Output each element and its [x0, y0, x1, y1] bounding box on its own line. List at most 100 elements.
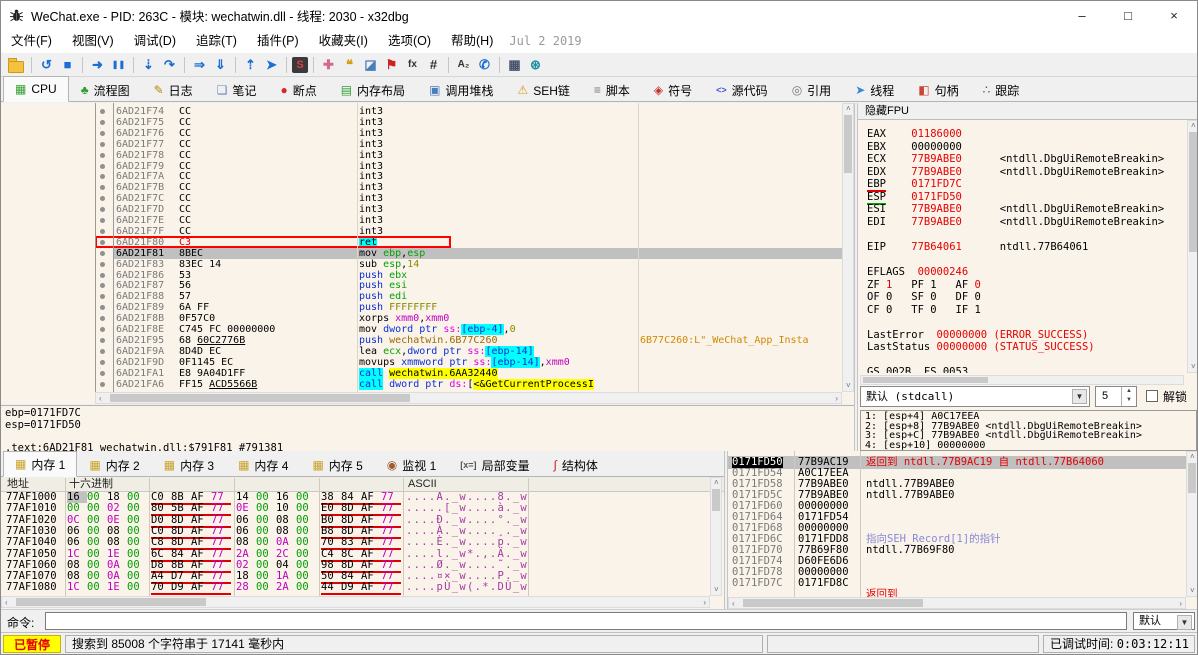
menu-item[interactable]: 调试(D) — [124, 30, 186, 52]
dump-row[interactable]: 77AF101000000200805BAF770E001000E08DAF77… — [1, 503, 710, 514]
stop-icon[interactable]: ■ — [58, 55, 77, 74]
disasm-row[interactable]: 6AD21F77CCint3 — [1, 139, 854, 150]
tab-结构体[interactable]: ∫结构体 — [542, 453, 610, 476]
breakpoint-dot[interactable] — [100, 294, 105, 299]
stepper-arrows-icon[interactable]: ▲▼ — [1121, 387, 1136, 406]
breakpoint-dot[interactable] — [100, 174, 105, 179]
breakpoint-dot[interactable] — [100, 164, 105, 169]
phone-icon[interactable]: ✆ — [475, 55, 494, 74]
register-line[interactable]: LastError 00000000 (ERROR_SUCCESS) — [867, 329, 1088, 341]
dump-row[interactable]: 77AF10200C000E00D08DAF7706000800B08DAF77… — [1, 515, 710, 526]
disasm-row[interactable]: 6AD21F9A8D4D EClea ecx,dword ptr ss:[ebp… — [1, 346, 854, 357]
calling-convention-select[interactable]: 默认 (stdcall) ▼ — [860, 386, 1090, 407]
calculator-icon[interactable]: ▦ — [505, 55, 524, 74]
tab-内存 1[interactable]: ▦内存 1 — [3, 451, 77, 477]
bookmark-icon[interactable]: ⚑ — [382, 55, 401, 74]
disasm-horizontal-scrollbar[interactable]: ‹ › — [95, 392, 842, 404]
step-over-icon[interactable]: ↷ — [160, 55, 179, 74]
disasm-row[interactable]: 6AD21F78CCint3 — [1, 150, 854, 161]
register-line[interactable]: LastStatus 00000000 (STATUS_SUCCESS) — [867, 341, 1095, 353]
menu-item[interactable]: 帮助(H) — [441, 30, 503, 52]
breakpoint-dot[interactable] — [100, 142, 105, 147]
register-line[interactable]: ESI 77B9ABE0 <ntdll.DbgUiRemoteBreakin> — [867, 203, 1164, 215]
tab-句柄[interactable]: ◧句柄 — [906, 78, 970, 101]
run-to-cursor-icon[interactable]: ⇒ — [190, 55, 209, 74]
patch-icon[interactable]: ✚ — [319, 55, 338, 74]
breakpoint-dot[interactable] — [100, 196, 105, 201]
breakpoint-dot[interactable] — [100, 283, 105, 288]
registers-horizontal-scrollbar[interactable] — [860, 375, 1184, 385]
disasm-row[interactable]: 6AD21F75CCint3 — [1, 117, 854, 128]
breakpoint-dot[interactable] — [100, 120, 105, 125]
breakpoint-dot[interactable] — [100, 338, 105, 343]
run-icon[interactable]: ➜ — [88, 55, 107, 74]
minimize-button[interactable]: – — [1059, 1, 1105, 29]
register-line[interactable]: EDI 77B9ABE0 <ntdll.DbgUiRemoteBreakin> — [867, 216, 1164, 228]
globe-icon[interactable]: ⊛ — [526, 55, 545, 74]
register-line[interactable]: ECX 77B9ABE0 <ntdll.DbgUiRemoteBreakin> — [867, 153, 1164, 165]
menu-item[interactable]: 追踪(T) — [186, 30, 247, 52]
tab-调用堆栈[interactable]: ▣调用堆栈 — [417, 78, 505, 101]
register-line[interactable]: ESP 0171FD50 — [867, 191, 962, 203]
disasm-row[interactable]: 6AD21F7ACCint3 — [1, 171, 854, 182]
tab-流程图[interactable]: ♣流程图 — [69, 78, 142, 101]
breakpoint-dot[interactable] — [100, 273, 105, 278]
breakpoint-dot[interactable] — [100, 349, 105, 354]
chevron-down-icon[interactable]: ▼ — [1177, 615, 1192, 630]
stack-arg-row[interactable]: 4: [esp+10] 00000000 — [865, 441, 1196, 451]
tab-笔记[interactable]: ❏笔记 — [205, 78, 269, 101]
menu-item[interactable]: 文件(F) — [1, 30, 62, 52]
command-input[interactable] — [45, 612, 1127, 630]
disasm-row[interactable]: 6AD21F74CCint3 — [1, 106, 854, 117]
breakpoint-dot[interactable] — [100, 251, 105, 256]
register-line[interactable]: OF 0 SF 0 DF 0 — [867, 291, 981, 303]
breakpoint-dot[interactable] — [100, 131, 105, 136]
tab-线程[interactable]: ➤线程 — [843, 78, 906, 101]
pause-icon[interactable]: ❚❚ — [109, 55, 128, 74]
menu-item[interactable]: 选项(O) — [378, 30, 441, 52]
breakpoint-dot[interactable] — [100, 327, 105, 332]
breakpoint-dot[interactable] — [100, 229, 105, 234]
tab-SEH链[interactable]: ⚠SEH链 — [505, 78, 581, 101]
register-line[interactable]: EBX 00000000 — [867, 141, 962, 153]
disasm-row[interactable]: 6AD21F7BCCint3 — [1, 182, 854, 193]
command-script-select[interactable]: 默认 ▼ — [1133, 612, 1195, 630]
tab-引用[interactable]: ◎引用 — [780, 78, 844, 101]
menu-item[interactable]: 插件(P) — [247, 30, 309, 52]
register-line[interactable]: CF 0 TF 0 IF 1 — [867, 304, 981, 316]
comment-icon[interactable]: ❝ — [340, 55, 359, 74]
stack-pane[interactable]: 0171FD5077B9AC19返回到 ntdll.77B9AC19 自 ntd… — [728, 451, 1198, 609]
tab-局部变量[interactable]: [x=]局部变量 — [448, 453, 541, 476]
breakpoint-dot[interactable] — [100, 382, 105, 387]
breakpoint-dot[interactable] — [100, 262, 105, 267]
maximize-button[interactable]: □ — [1105, 1, 1151, 29]
tab-内存 5[interactable]: ▦内存 5 — [300, 453, 374, 476]
tab-符号[interactable]: ◈符号 — [642, 78, 704, 101]
register-line[interactable]: EDX 77B9ABE0 <ntdll.DbgUiRemoteBreakin> — [867, 166, 1164, 178]
disasm-row[interactable]: 6AD21F8B0F57C0xorps xmm0,xmm0 — [1, 313, 854, 324]
tab-内存 2[interactable]: ▦内存 2 — [77, 453, 151, 476]
stack-row[interactable]: 0171FD7C0171FD8C — [728, 578, 1198, 589]
step-into-icon[interactable]: ⇣ — [139, 55, 158, 74]
breakpoint-dot[interactable] — [100, 109, 105, 114]
strings-icon[interactable]: S — [292, 57, 308, 73]
tab-断点[interactable]: ●断点 — [268, 78, 328, 101]
trace-into-icon[interactable]: ⇓ — [211, 55, 230, 74]
step-out-icon[interactable]: ⇡ — [241, 55, 260, 74]
disasm-row[interactable]: 6AD21FA6FF15 ACD5566Bcall dword ptr ds:[… — [1, 379, 854, 390]
register-line[interactable]: EAX 01186000 — [867, 128, 962, 140]
disasm-row[interactable]: 6AD21F76CCint3 — [1, 128, 854, 139]
disasm-row[interactable]: 6AD21F9D0F1145 ECmovups xmmword ptr ss:[… — [1, 357, 854, 368]
breakpoint-dot[interactable] — [100, 153, 105, 158]
disasm-row[interactable]: 6AD21F8653push ebx — [1, 270, 854, 281]
tab-源代码[interactable]: <>源代码 — [704, 78, 780, 101]
tab-日志[interactable]: ✎日志 — [142, 78, 205, 101]
disasm-row[interactable]: 6AD21F8383EC 14sub esp,14 — [1, 259, 854, 270]
tab-CPU[interactable]: ▦CPU — [3, 76, 69, 102]
dump-row[interactable]: 77AF10501C001E006C84AF772A002C00C48CAF77… — [1, 549, 710, 560]
tab-监视 1[interactable]: ◉监视 1 — [375, 453, 449, 476]
tab-内存 4[interactable]: ▦内存 4 — [226, 453, 300, 476]
hide-fpu-button[interactable]: 隐藏FPU — [858, 103, 1198, 120]
dump-vertical-scrollbar[interactable]: ˄ ˅ — [710, 477, 722, 596]
stack-horizontal-scrollbar[interactable]: ‹ › — [728, 597, 1186, 609]
